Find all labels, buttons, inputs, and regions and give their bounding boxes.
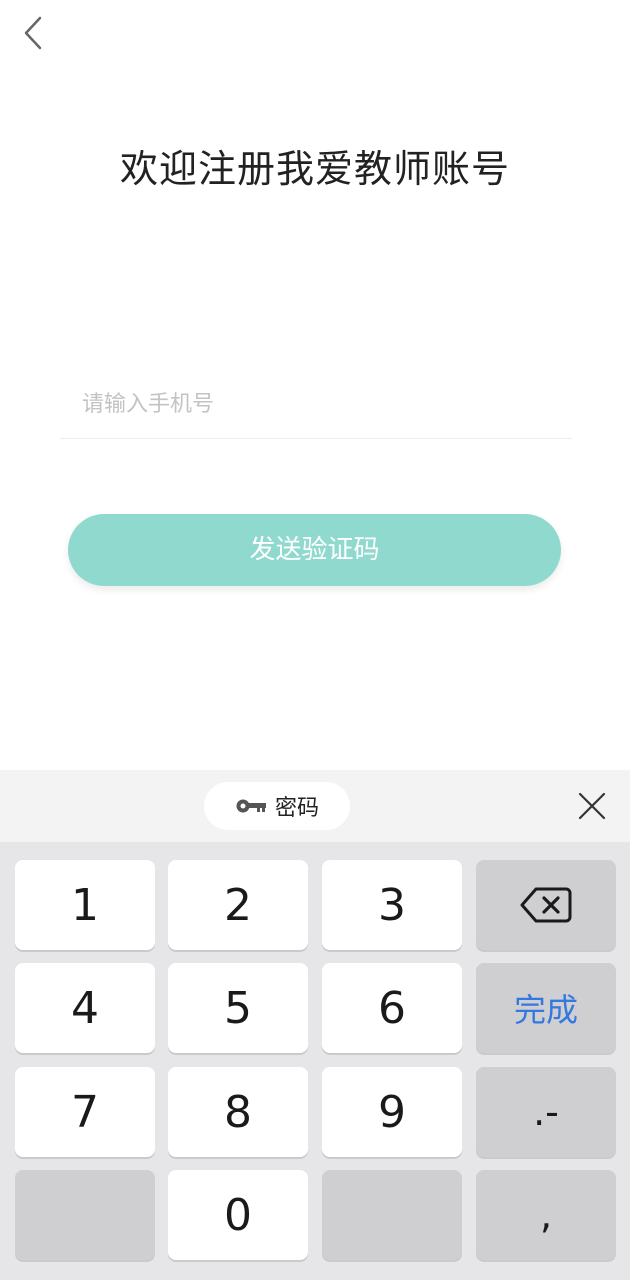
blank-key-left — [15, 1170, 155, 1260]
key-9[interactable]: 9 — [322, 1067, 462, 1157]
back-button[interactable] — [16, 14, 52, 54]
key-3[interactable]: 3 — [322, 860, 462, 950]
key-7[interactable]: 7 — [15, 1067, 155, 1157]
key-8[interactable]: 8 — [168, 1067, 308, 1157]
key-6[interactable]: 6 — [322, 963, 462, 1053]
key-5[interactable]: 5 — [168, 963, 308, 1053]
dot-dash-key[interactable]: .- — [476, 1067, 616, 1157]
close-icon — [578, 792, 606, 820]
key-4[interactable]: 4 — [15, 963, 155, 1053]
page-title: 欢迎注册我爱教师账号 — [119, 147, 510, 191]
key-2[interactable]: 2 — [168, 860, 308, 950]
backspace-icon — [520, 887, 572, 923]
chevron-left-icon — [24, 16, 42, 50]
comma-key[interactable]: , — [476, 1170, 616, 1260]
phone-input[interactable] — [82, 378, 562, 430]
blank-key-right — [322, 1170, 462, 1260]
key-icon — [236, 799, 266, 813]
send-code-button[interactable]: 发送验证码 — [68, 514, 561, 586]
key-1[interactable]: 1 — [15, 860, 155, 950]
password-chip-label: 密码 — [274, 796, 319, 821]
phone-field[interactable] — [60, 378, 572, 439]
password-chip[interactable]: 密码 — [204, 782, 350, 830]
backspace-key[interactable] — [476, 860, 616, 950]
keyboard-close-button[interactable] — [576, 790, 608, 822]
key-0[interactable]: 0 — [168, 1170, 308, 1260]
done-key[interactable]: 完成 — [476, 963, 616, 1053]
keyboard-toolbar: 密码 — [0, 770, 630, 842]
